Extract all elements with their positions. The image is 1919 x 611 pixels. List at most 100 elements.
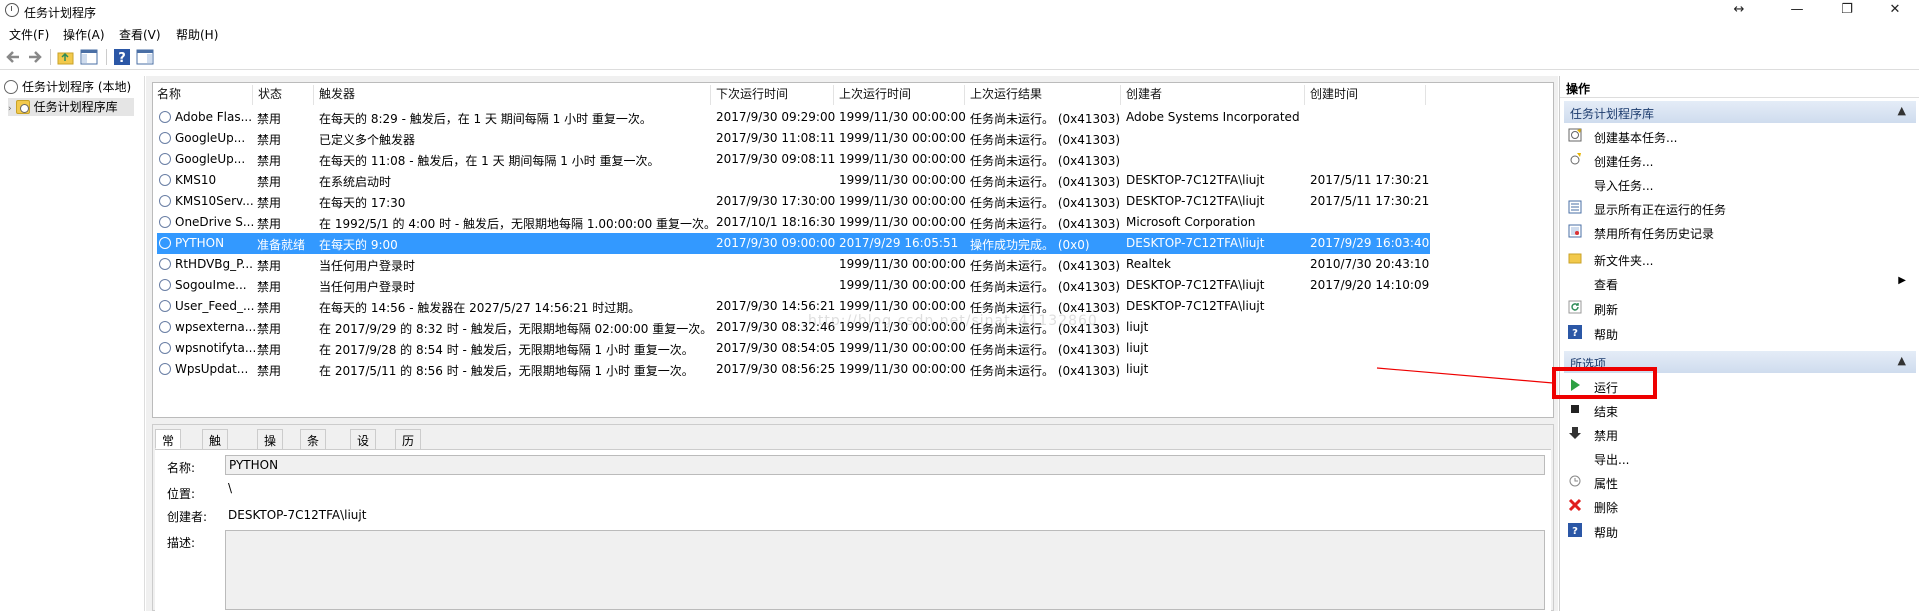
section-head-library[interactable]: 任务计划程序库 ▲ [1564, 101, 1916, 123]
tab-conditions[interactable]: 条件 [300, 429, 327, 465]
task-name-field[interactable]: PYTHON [225, 455, 1545, 475]
action-help-selected[interactable]: ? 帮助 [1568, 520, 1916, 542]
tree-item-library[interactable]: › 任务计划程序库 [8, 98, 134, 116]
maximize-button[interactable]: ❐ [1824, 0, 1870, 22]
task-cell-author: DESKTOP-7C12TFA\liujt [1126, 236, 1265, 250]
task-cell-created: 2017/9/29 16:03:40 [1310, 236, 1430, 250]
help-icon[interactable]: ? [113, 48, 131, 66]
action-properties[interactable]: 属性 [1568, 471, 1916, 493]
task-cell-next: 2017/9/30 08:54:05 [716, 341, 836, 355]
action-help[interactable]: ? 帮助 [1568, 322, 1916, 344]
task-cell-created: 2010/7/30 20:43:10 [1310, 257, 1430, 271]
task-row[interactable]: SogouIme... 禁用 当任何用户登录时 1999/11/30 00:00:00… [157, 275, 1553, 296]
action-end[interactable]: 结束 [1568, 399, 1916, 421]
task-list: 名称 状态 触发器 下次运行时间 上次运行时间 上次运行结果 创建者 创建时间 … [152, 82, 1554, 418]
tab-general[interactable]: 常规 [155, 429, 182, 465]
task-cell-trigger: 已定义多个触发器 [319, 133, 416, 147]
task-cell-name: KMS10 [175, 173, 217, 187]
menu-file[interactable]: 文件(F) [9, 26, 49, 43]
task-cell-next: 2017/9/30 08:56:25 [716, 362, 836, 376]
folder-icon [1568, 253, 1582, 264]
show-hide-console-tree-icon[interactable] [80, 48, 98, 66]
task-row[interactable]: GoogleUp... 禁用 已定义多个触发器 2017/9/30 11:08:11 1… [157, 128, 1553, 149]
task-cell-result: 操作成功完成。 (0x0) [970, 238, 1090, 252]
tree-root-label: 任务计划程序 (本地) [22, 80, 132, 94]
task-row[interactable]: WpsUpdat... 禁用 在 2017/5/11 的 8:56 时 - 触发后，… [157, 359, 1553, 380]
collapse-caret-icon[interactable]: ▲ [1898, 354, 1906, 367]
folder-up-icon[interactable] [57, 48, 75, 66]
task-cell-name: WpsUpdat... [175, 362, 249, 376]
task-clock-icon [159, 111, 171, 123]
task-cell-author: Realtek [1126, 257, 1171, 271]
action-show-running[interactable]: 显示所有正在运行的任务 [1568, 197, 1916, 219]
submenu-arrow-icon: ▶ [1898, 275, 1906, 286]
history-icon [1568, 224, 1582, 238]
task-cell-author: DESKTOP-7C12TFA\liujt [1126, 278, 1265, 292]
task-row[interactable]: PYTHON 准备就绪 在每天的 9:00 2017/9/30 09:00:00 201… [157, 233, 1430, 254]
title-bar: 任务计划程序 ↔ — ❐ ✕ [0, 0, 1919, 22]
import-task-icon [1568, 176, 1582, 190]
tab-history[interactable]: 历史记录 [395, 429, 422, 499]
action-refresh[interactable]: 刷新 [1568, 297, 1916, 319]
task-cell-trigger: 在 2017/5/11 的 8:56 时 - 触发后，无限期地每隔 1 小时 重… [319, 364, 694, 378]
action-create-basic-task[interactable]: 创建基本任务... [1568, 125, 1916, 147]
task-row[interactable]: KMS10 禁用 在系统启动时 1999/11/30 00:00:00 任务尚未运行。 … [157, 170, 1553, 191]
task-cell-status: 禁用 [257, 322, 282, 336]
column-header-author[interactable]: 创建者 [1122, 85, 1305, 105]
task-clock-icon [159, 153, 171, 165]
window-title: 任务计划程序 [24, 6, 97, 20]
column-header-name[interactable]: 名称 [153, 85, 253, 105]
export-icon [1568, 450, 1582, 464]
back-arrow-icon[interactable] [4, 48, 22, 66]
task-cell-last: 1999/11/30 00:00:00 [839, 194, 966, 208]
show-action-pane-icon[interactable] [136, 48, 154, 66]
action-view[interactable]: 查看 ▶ [1568, 272, 1916, 294]
task-detail-pane: 常规 触发器 操作 条件 设置 历史记录 名称: PYTHON 位置: \ 创建… [152, 424, 1554, 611]
action-new-folder[interactable]: 新文件夹... [1568, 248, 1916, 270]
action-label: 创建基本任务... [1594, 131, 1678, 145]
task-cell-last: 2017/9/29 16:05:51 [839, 236, 959, 250]
action-label: 创建任务... [1594, 155, 1654, 169]
action-disable-history[interactable]: 禁用所有任务历史记录 [1568, 221, 1916, 243]
general-tab-panel: 名称: PYTHON 位置: \ 创建者: DESKTOP-7C12TFA\li… [155, 449, 1551, 611]
description-field[interactable] [225, 530, 1545, 610]
restore-arrows-icon[interactable]: ↔ [1716, 0, 1762, 22]
tab-actions[interactable]: 操作 [257, 429, 284, 465]
menu-help[interactable]: 帮助(H) [176, 26, 218, 43]
expand-chevron-icon[interactable]: › [8, 104, 12, 114]
action-create-task[interactable]: 创建任务... [1568, 149, 1916, 171]
tab-settings[interactable]: 设置 [350, 429, 377, 465]
collapse-caret-icon[interactable]: ▲ [1898, 104, 1906, 117]
action-delete[interactable]: 删除 [1568, 495, 1916, 517]
task-row[interactable]: KMS10Serv... 禁用 在每天的 17:30 2017/9/30 17:30:… [157, 191, 1553, 212]
tab-triggers[interactable]: 触发器 [202, 429, 229, 482]
column-header-status[interactable]: 状态 [254, 85, 314, 105]
task-clock-icon [159, 237, 171, 249]
column-header-last-run[interactable]: 上次运行时间 [835, 85, 965, 105]
tree-root[interactable]: 任务计划程序 (本地) [4, 78, 131, 96]
task-row[interactable]: wpsnotifyta... 禁用 在 2017/9/28 的 8:54 时 - 触… [157, 338, 1553, 359]
column-header-last-result[interactable]: 上次运行结果 [966, 85, 1121, 105]
column-header-trigger[interactable]: 触发器 [315, 85, 711, 105]
task-cell-last: 1999/11/30 00:00:00 [839, 173, 966, 187]
task-cell-result: 任务尚未运行。 (0x41303) [970, 196, 1121, 210]
column-header-created[interactable]: 创建时间 [1306, 85, 1426, 105]
task-row[interactable]: RtHDVBg_P... 禁用 当任何用户登录时 1999/11/30 00:00:0… [157, 254, 1553, 275]
close-button[interactable]: ✕ [1872, 0, 1918, 22]
column-header-next-run[interactable]: 下次运行时间 [712, 85, 834, 105]
action-label: 导入任务... [1594, 179, 1654, 193]
action-disable[interactable]: 禁用 [1568, 423, 1916, 445]
task-row[interactable]: OneDrive S... 禁用 在 1992/5/1 的 4:00 时 - 触发后… [157, 212, 1553, 233]
menu-action[interactable]: 操作(A) [63, 26, 105, 43]
action-import-task[interactable]: 导入任务... [1568, 173, 1916, 195]
action-export[interactable]: 导出... [1568, 447, 1916, 469]
task-row[interactable]: GoogleUp... 禁用 在每天的 11:08 - 触发后，在 1 天 期间每隔… [157, 149, 1553, 170]
task-cell-next: 2017/9/30 11:08:11 [716, 131, 836, 145]
minimize-button[interactable]: — [1774, 0, 1820, 22]
menu-view[interactable]: 查看(V) [119, 26, 161, 43]
annotation-arrow-line [1376, 367, 1554, 384]
task-cell-result: 任务尚未运行。 (0x41303) [970, 217, 1121, 231]
forward-arrow-icon[interactable] [26, 48, 44, 66]
author-value: DESKTOP-7C12TFA\liujt [228, 508, 367, 522]
task-row[interactable]: Adobe Flas... 禁用 在每天的 8:29 - 触发后，在 1 天 期间每… [157, 107, 1553, 128]
